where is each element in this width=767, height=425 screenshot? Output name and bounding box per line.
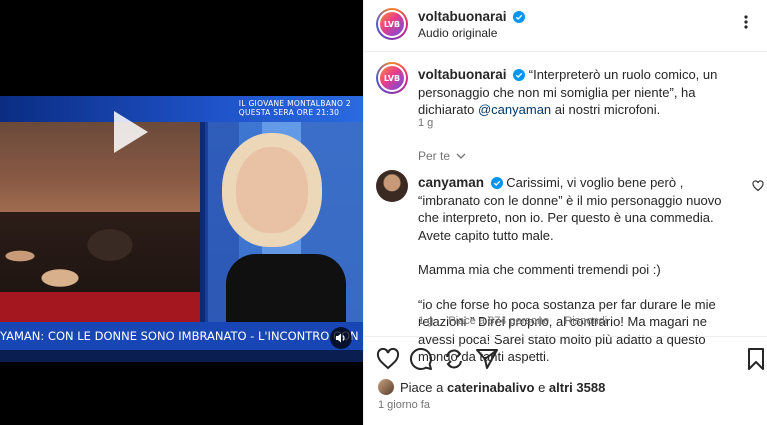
avatar-logo: LVB bbox=[380, 12, 404, 36]
caption-body-end: ai nostri microfoni. bbox=[551, 102, 661, 117]
likes-mid: e bbox=[538, 379, 546, 395]
liker-avatar bbox=[378, 379, 394, 395]
avatar[interactable]: LVB bbox=[376, 8, 408, 40]
red-carpet bbox=[0, 292, 200, 322]
tv-top-band: IL GIOVANE MONTALBANO 2 QUESTA SERA ORE … bbox=[0, 96, 363, 122]
post-time: 1 giorno fa bbox=[378, 399, 430, 411]
promo-line-2: QUESTA SERA ORE 21:30 bbox=[238, 108, 340, 117]
post-panel: LVB voltabuonarai Audio originale LVB vo… bbox=[363, 0, 767, 425]
audio-icon[interactable] bbox=[330, 327, 352, 349]
caption-time: 1 g bbox=[418, 117, 434, 129]
guest-scene bbox=[205, 122, 363, 324]
comment-filter[interactable]: Per te bbox=[418, 149, 466, 163]
comment-time: 1 g bbox=[418, 315, 434, 327]
likes-summary[interactable]: Piace a caterinabalivo e altri 3588 bbox=[378, 379, 605, 395]
comment-meta: 1 g Piace a 874 persone Rispondi bbox=[418, 315, 619, 327]
post-header: LVB voltabuonarai Audio originale bbox=[364, 0, 767, 52]
comment-paragraph-2: Mamma mia che commenti tremendi poi :) bbox=[418, 262, 661, 277]
header-username[interactable]: voltabuonarai bbox=[418, 9, 507, 24]
play-icon[interactable] bbox=[98, 103, 156, 161]
promo-line-1: IL GIOVANE MONTALBANO 2 bbox=[238, 99, 351, 108]
audio-label[interactable]: Audio originale bbox=[418, 26, 497, 40]
video-player[interactable]: IL GIOVANE MONTALBANO 2 QUESTA SERA ORE … bbox=[0, 0, 363, 425]
tv-promo: IL GIOVANE MONTALBANO 2 QUESTA SERA ORE … bbox=[239, 99, 351, 117]
comment-icon[interactable] bbox=[409, 347, 433, 371]
video-frame: IL GIOVANE MONTALBANO 2 QUESTA SERA ORE … bbox=[0, 96, 363, 362]
guest-body bbox=[226, 254, 346, 324]
heart-icon[interactable] bbox=[752, 180, 764, 192]
chevron-down-icon bbox=[456, 153, 466, 159]
caption-username[interactable]: voltabuonarai bbox=[418, 67, 507, 82]
share-icon[interactable] bbox=[442, 347, 466, 371]
likes-others[interactable]: altri 3588 bbox=[549, 380, 605, 395]
action-bar: Piace a caterinabalivo e altri 3588 1 gi… bbox=[364, 336, 767, 425]
bookmark-icon[interactable] bbox=[744, 347, 767, 371]
more-icon[interactable] bbox=[738, 14, 754, 30]
liker-username[interactable]: caterinabalivo bbox=[447, 380, 534, 395]
verified-icon bbox=[513, 69, 526, 81]
comment-avatar[interactable] bbox=[376, 170, 408, 202]
comment-username[interactable]: canyaman bbox=[418, 175, 484, 190]
heart-icon[interactable] bbox=[376, 347, 400, 371]
tv-bottom-strip bbox=[0, 350, 363, 362]
lower-third-text: YAMAN: CON LE DONNE SONO IMBRANATO - L'I… bbox=[0, 329, 363, 343]
verified-icon bbox=[490, 177, 503, 189]
caption-avatar[interactable]: LVB bbox=[376, 62, 408, 94]
comment-likes[interactable]: Piace a 874 persone bbox=[448, 315, 549, 327]
tv-lower-third: YAMAN: CON LE DONNE SONO IMBRANATO - L'I… bbox=[0, 322, 363, 350]
mention-link[interactable]: @canyaman bbox=[478, 102, 551, 117]
filter-label: Per te bbox=[418, 149, 451, 163]
comment-avatar-image bbox=[376, 170, 408, 202]
reply-button[interactable]: Rispondi bbox=[564, 315, 607, 327]
send-icon[interactable] bbox=[475, 347, 499, 371]
verified-icon bbox=[513, 11, 526, 23]
caption-text: voltabuonarai “Interpreterò un ruolo com… bbox=[418, 66, 753, 119]
guest-face bbox=[236, 147, 308, 233]
caption-avatar-logo: LVB bbox=[380, 66, 404, 90]
likes-prefix: Piace a bbox=[400, 379, 444, 395]
